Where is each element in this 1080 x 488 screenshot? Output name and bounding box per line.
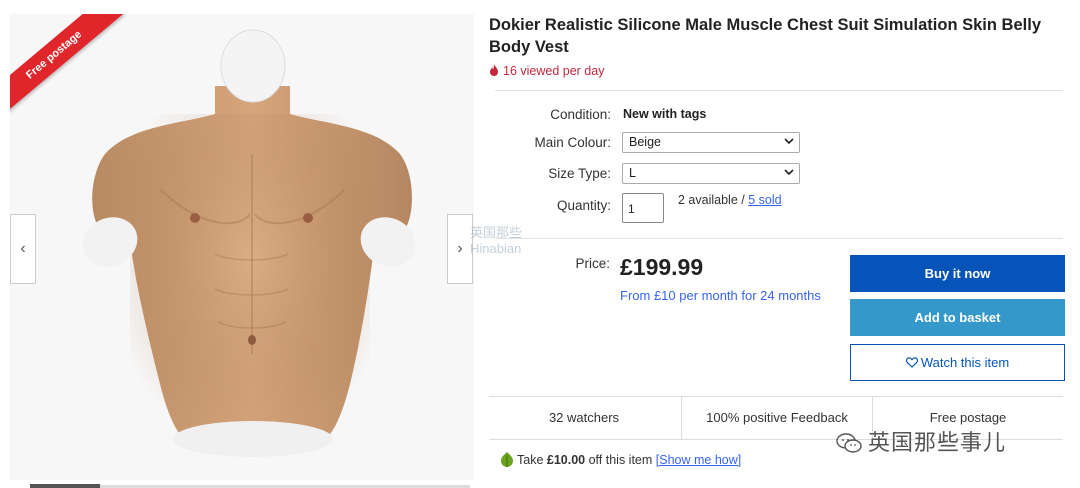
sold-link[interactable]: 5 sold	[748, 193, 781, 207]
wechat-watermark: 英国那些事儿	[836, 425, 1006, 457]
colour-select-value: Beige	[629, 135, 661, 149]
watermark-text: 英国那些事儿	[868, 430, 1007, 455]
watch-label: Watch this item	[920, 355, 1010, 370]
viewed-text: 16 viewed per day	[503, 64, 605, 78]
heart-icon	[905, 357, 918, 368]
show-me-how-link[interactable]: [Show me how]	[656, 453, 741, 467]
fire-icon	[490, 64, 498, 76]
price-label: Price:	[575, 256, 610, 271]
watermark-mid: 英国那些 Hinabian	[470, 225, 523, 256]
colour-select[interactable]: Beige	[622, 132, 800, 153]
condition-label: Condition:	[550, 107, 611, 122]
listing-title: Dokier Realistic Silicone Male Muscle Ch…	[489, 16, 1041, 56]
colour-label: Main Colour:	[534, 135, 611, 150]
condition-value: New with tags	[623, 107, 707, 121]
size-select[interactable]: L	[622, 163, 800, 184]
offer-suffix: off this item	[585, 453, 656, 467]
quantity-label: Quantity:	[556, 198, 611, 213]
image-gallery: Free postage ‹ ›	[10, 14, 474, 480]
chevron-down-icon	[784, 138, 794, 145]
availability: 2 available / 5 sold	[678, 193, 782, 207]
product-image[interactable]	[10, 14, 474, 480]
monthly-payment-link[interactable]: From £10 per month for 24 months	[620, 288, 821, 303]
size-label: Size Type:	[548, 166, 611, 181]
coupon-offer: Take £10.00 off this item [Show me how]	[500, 452, 741, 468]
available-text: 2 available /	[678, 193, 749, 207]
quantity-input[interactable]: 1	[622, 193, 664, 223]
viewed-per-day: 16 viewed per day	[489, 64, 604, 78]
leaf-icon	[501, 452, 513, 467]
divider	[495, 238, 1063, 239]
size-select-value: L	[629, 166, 636, 180]
thumbnail-selected[interactable]	[30, 484, 100, 488]
price-value: £199.99	[620, 254, 704, 280]
offer-prefix: Take	[517, 453, 547, 467]
offer-amount: £10.00	[546, 453, 586, 467]
previous-image-button[interactable]: ‹	[10, 214, 36, 284]
buy-it-now-button[interactable]: Buy it now	[850, 255, 1065, 292]
wechat-icon	[836, 433, 862, 453]
watch-item-button[interactable]: Watch this item	[850, 344, 1065, 381]
watchers-count: 32 watchers	[548, 410, 620, 425]
chevron-down-icon	[784, 169, 794, 176]
add-to-basket-button[interactable]: Add to basket	[850, 299, 1065, 336]
divider	[495, 90, 1063, 91]
